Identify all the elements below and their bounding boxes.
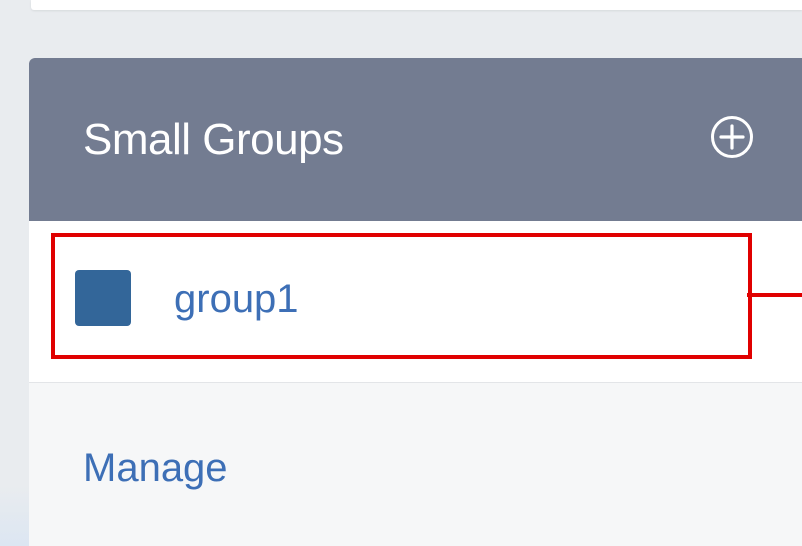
panel-header: Small Groups <box>29 58 802 221</box>
panel-title: Small Groups <box>83 115 344 164</box>
group-color-swatch <box>75 270 131 326</box>
top-card <box>31 0 802 10</box>
group-name: group1 <box>174 277 299 321</box>
plus-circle-icon <box>711 116 753 158</box>
small-groups-panel: Small Groups group1 Manage <box>29 58 802 546</box>
add-group-button[interactable] <box>710 115 754 159</box>
manage-row: Manage <box>29 383 802 546</box>
background-corner <box>0 486 29 546</box>
manage-link[interactable]: Manage <box>83 444 228 492</box>
group-list-item[interactable]: group1 <box>29 221 802 383</box>
